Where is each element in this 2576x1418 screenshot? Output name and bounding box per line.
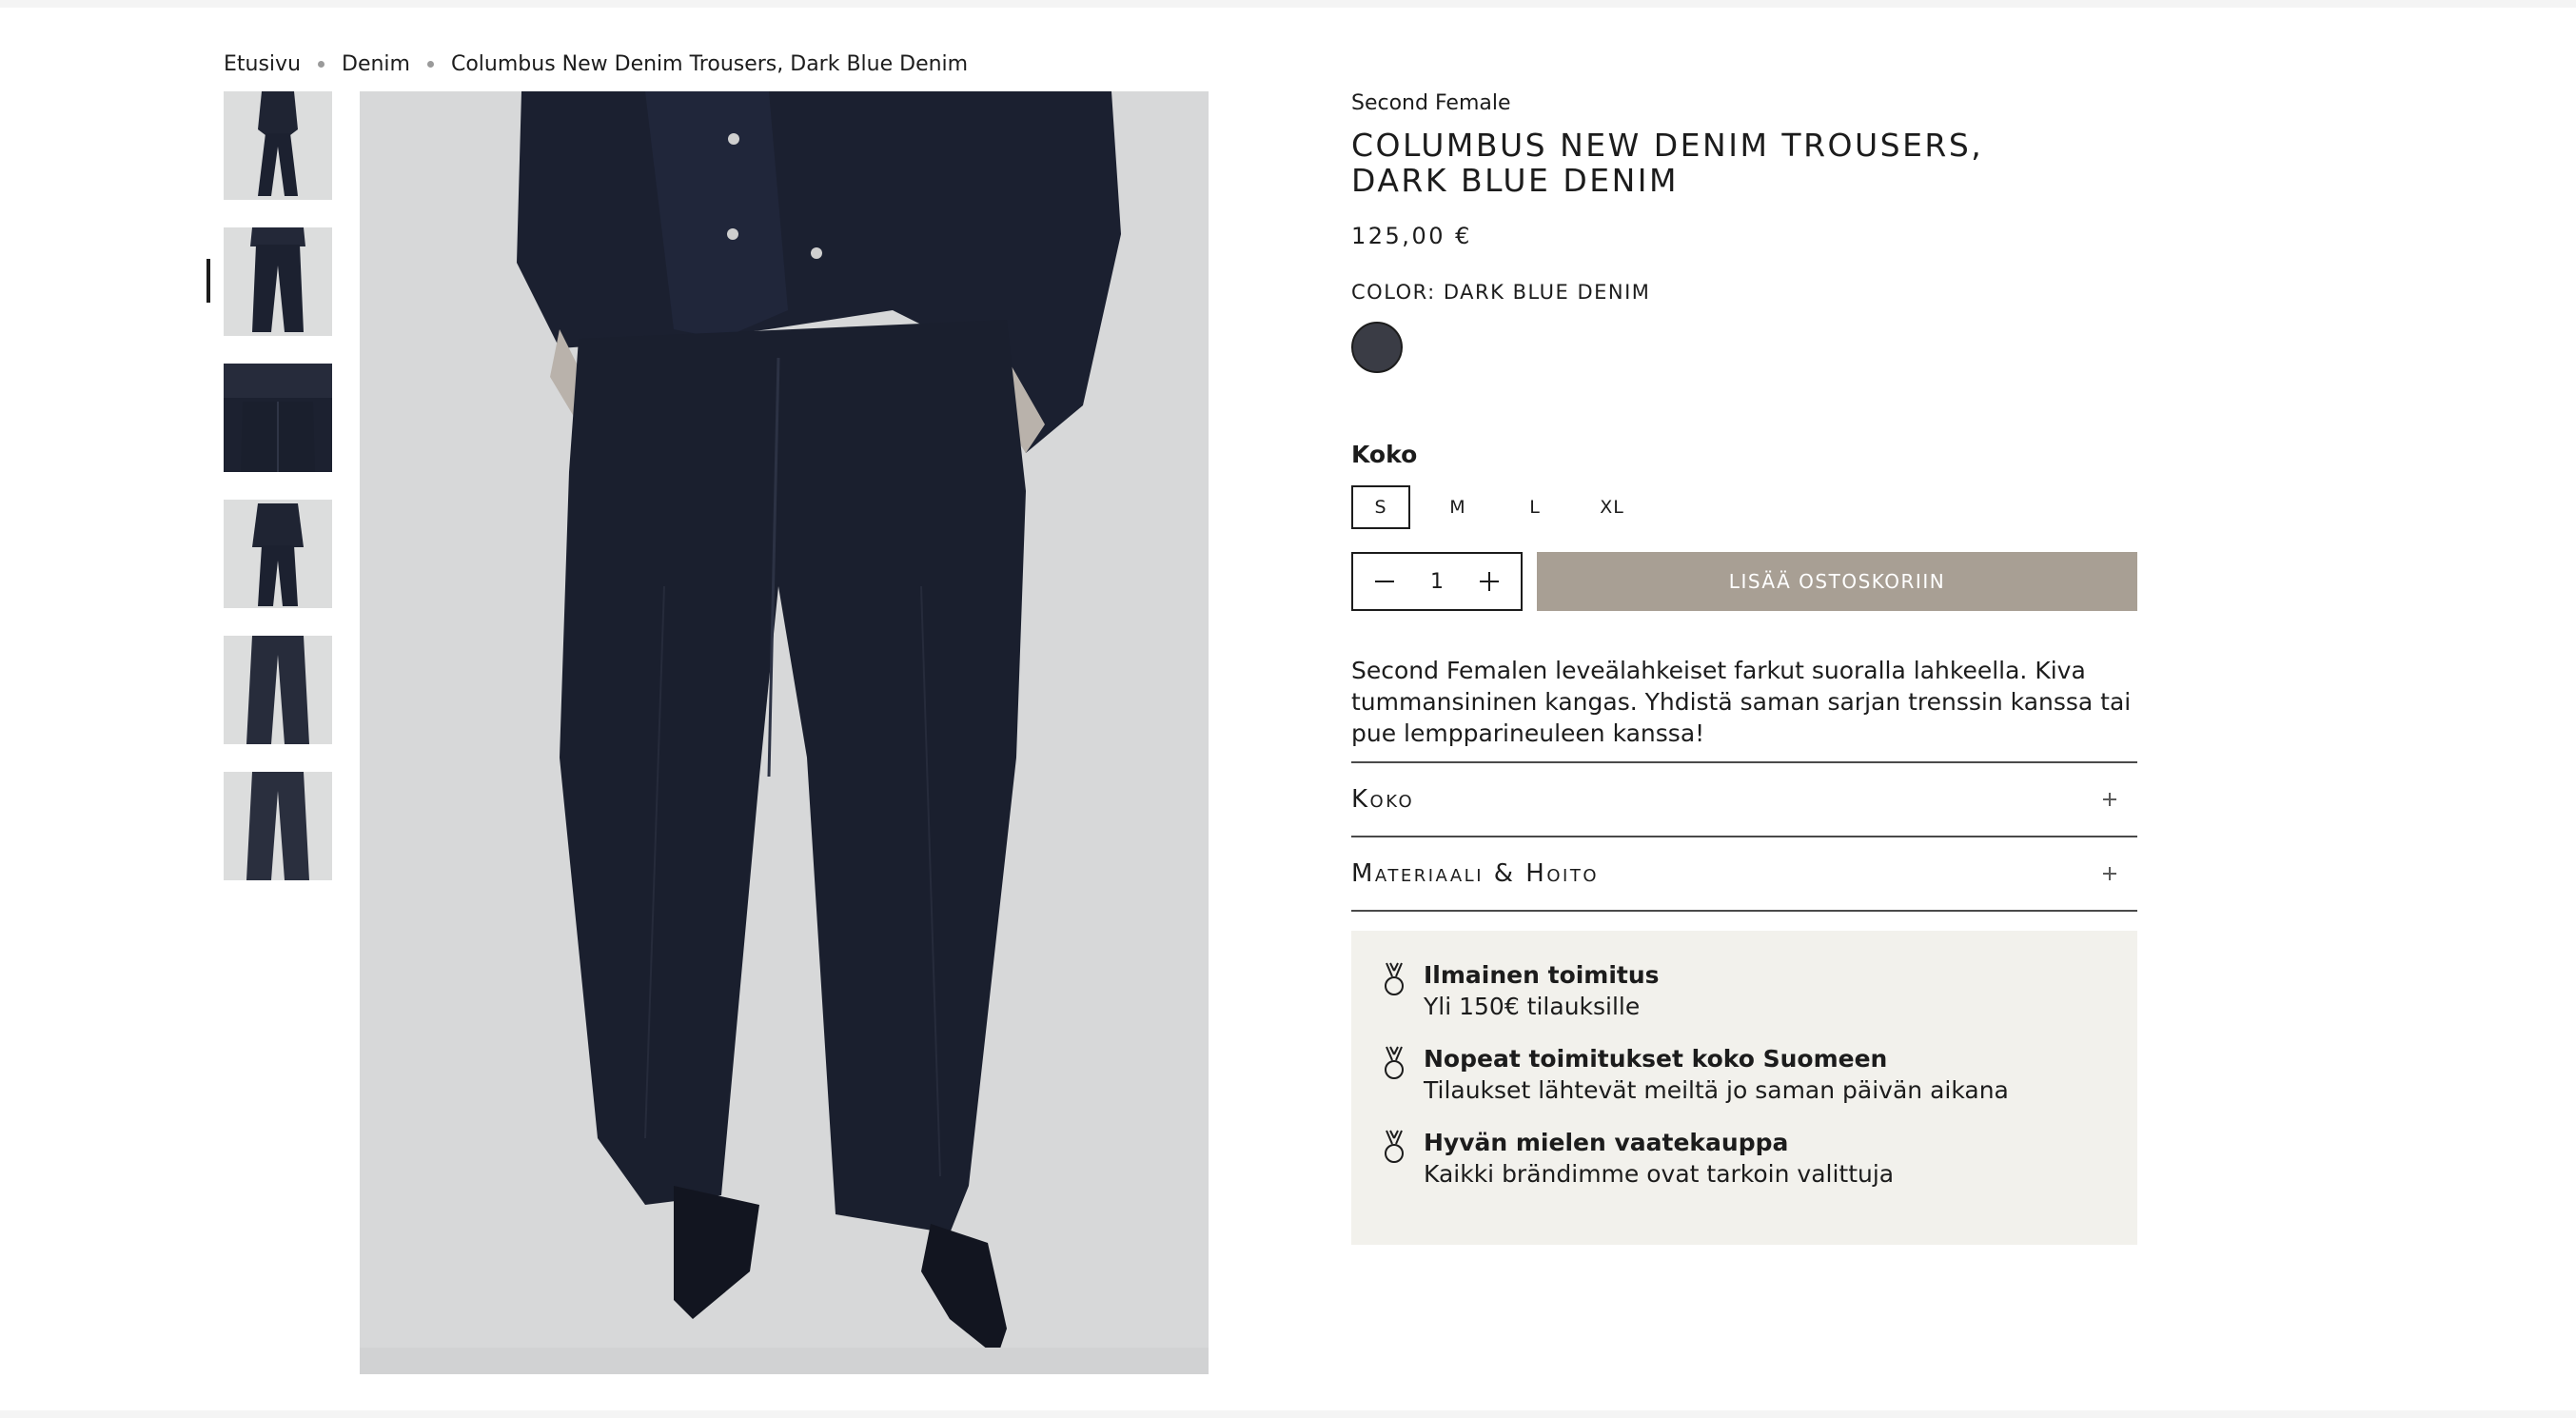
product-title: Columbus New Denim Trousers, Dark Blue D… bbox=[1351, 128, 1983, 198]
product-brand[interactable]: Second Female bbox=[1351, 91, 1511, 115]
perk-item: Nopeat toimitukset koko Suomeen Tilaukse… bbox=[1380, 1043, 2137, 1106]
product-price: 125,00 € bbox=[1351, 223, 1472, 249]
quantity-increase-button[interactable] bbox=[1477, 569, 1502, 594]
perk-title: Hyvän mielen vaatekauppa bbox=[1424, 1129, 1789, 1156]
size-option-m[interactable]: M bbox=[1428, 485, 1487, 529]
thumbnail-active-indicator bbox=[206, 259, 210, 303]
quantity-decrease-button[interactable] bbox=[1372, 569, 1397, 594]
accordion-size[interactable]: Koko bbox=[1351, 761, 2137, 836]
color-swatch[interactable] bbox=[1351, 322, 1403, 373]
thumbnail-image[interactable] bbox=[224, 500, 332, 608]
size-option-xl[interactable]: XL bbox=[1583, 485, 1642, 529]
medal-icon bbox=[1385, 1130, 1404, 1163]
breadcrumb-category-link[interactable]: Denim bbox=[342, 52, 410, 76]
size-option-s[interactable]: S bbox=[1351, 485, 1410, 529]
product-title-line1: Columbus New Denim Trousers, bbox=[1351, 127, 1984, 164]
quantity-stepper: 1 bbox=[1351, 552, 1523, 611]
medal-icon bbox=[1385, 1046, 1404, 1079]
quantity-value[interactable]: 1 bbox=[1430, 570, 1444, 594]
perk-item: Hyvän mielen vaatekauppa Kaikki brändimm… bbox=[1380, 1127, 2137, 1190]
perk-title: Ilmainen toimitus bbox=[1424, 961, 1660, 989]
thumbnail-list bbox=[224, 91, 332, 908]
color-label: Color: Dark Blue Denim bbox=[1351, 281, 1651, 304]
thumbnail-image[interactable] bbox=[224, 227, 332, 336]
perk-title: Nopeat toimitukset koko Suomeen bbox=[1424, 1045, 1888, 1073]
expand-plus-icon bbox=[2101, 865, 2118, 882]
accordion-divider bbox=[1351, 910, 2137, 912]
breadcrumb: Etusivu Denim Columbus New Denim Trouser… bbox=[224, 49, 968, 78]
bottom-strip bbox=[0, 1410, 2576, 1418]
breadcrumb-home-link[interactable]: Etusivu bbox=[224, 52, 301, 76]
thumbnail-image[interactable] bbox=[224, 636, 332, 744]
accordion-material-care[interactable]: Materiaali & Hoito bbox=[1351, 836, 2137, 910]
product-title-line2: Dark Blue Denim bbox=[1351, 162, 1679, 199]
product-description: Second Femalen leveälahkeiset farkut suo… bbox=[1351, 657, 2132, 747]
breadcrumb-separator bbox=[426, 60, 434, 68]
accordion-material-care-title: Materiaali & Hoito bbox=[1351, 859, 1599, 888]
expand-plus-icon bbox=[2101, 791, 2118, 808]
thumbnail-image[interactable] bbox=[224, 364, 332, 472]
size-option-l[interactable]: L bbox=[1505, 485, 1564, 529]
perk-subtitle: Kaikki brändimme ovat tarkoin valittuja bbox=[1424, 1160, 1895, 1188]
add-to-cart-button[interactable]: Lisää ostoskoriin bbox=[1537, 552, 2137, 611]
breadcrumb-current: Columbus New Denim Trousers, Dark Blue D… bbox=[450, 51, 969, 76]
size-label: Koko bbox=[1351, 441, 1418, 468]
accordion-size-title: Koko bbox=[1351, 785, 1415, 814]
breadcrumb-separator bbox=[318, 60, 325, 68]
perk-item: Ilmainen toimitus Yli 150€ tilauksille bbox=[1380, 959, 2137, 1022]
top-strip bbox=[0, 0, 2576, 8]
thumbnail-image[interactable] bbox=[224, 91, 332, 200]
thumbnail-image[interactable] bbox=[224, 772, 332, 880]
size-selector: S M L XL bbox=[1351, 485, 1660, 529]
perks-box: Ilmainen toimitus Yli 150€ tilauksille N… bbox=[1351, 931, 2137, 1245]
perk-subtitle: Yli 150€ tilauksille bbox=[1424, 993, 1641, 1020]
medal-icon bbox=[1385, 962, 1404, 995]
perk-subtitle: Tilaukset lähtevät meiltä jo saman päivä… bbox=[1424, 1076, 2009, 1104]
main-product-image[interactable] bbox=[360, 91, 1209, 1374]
